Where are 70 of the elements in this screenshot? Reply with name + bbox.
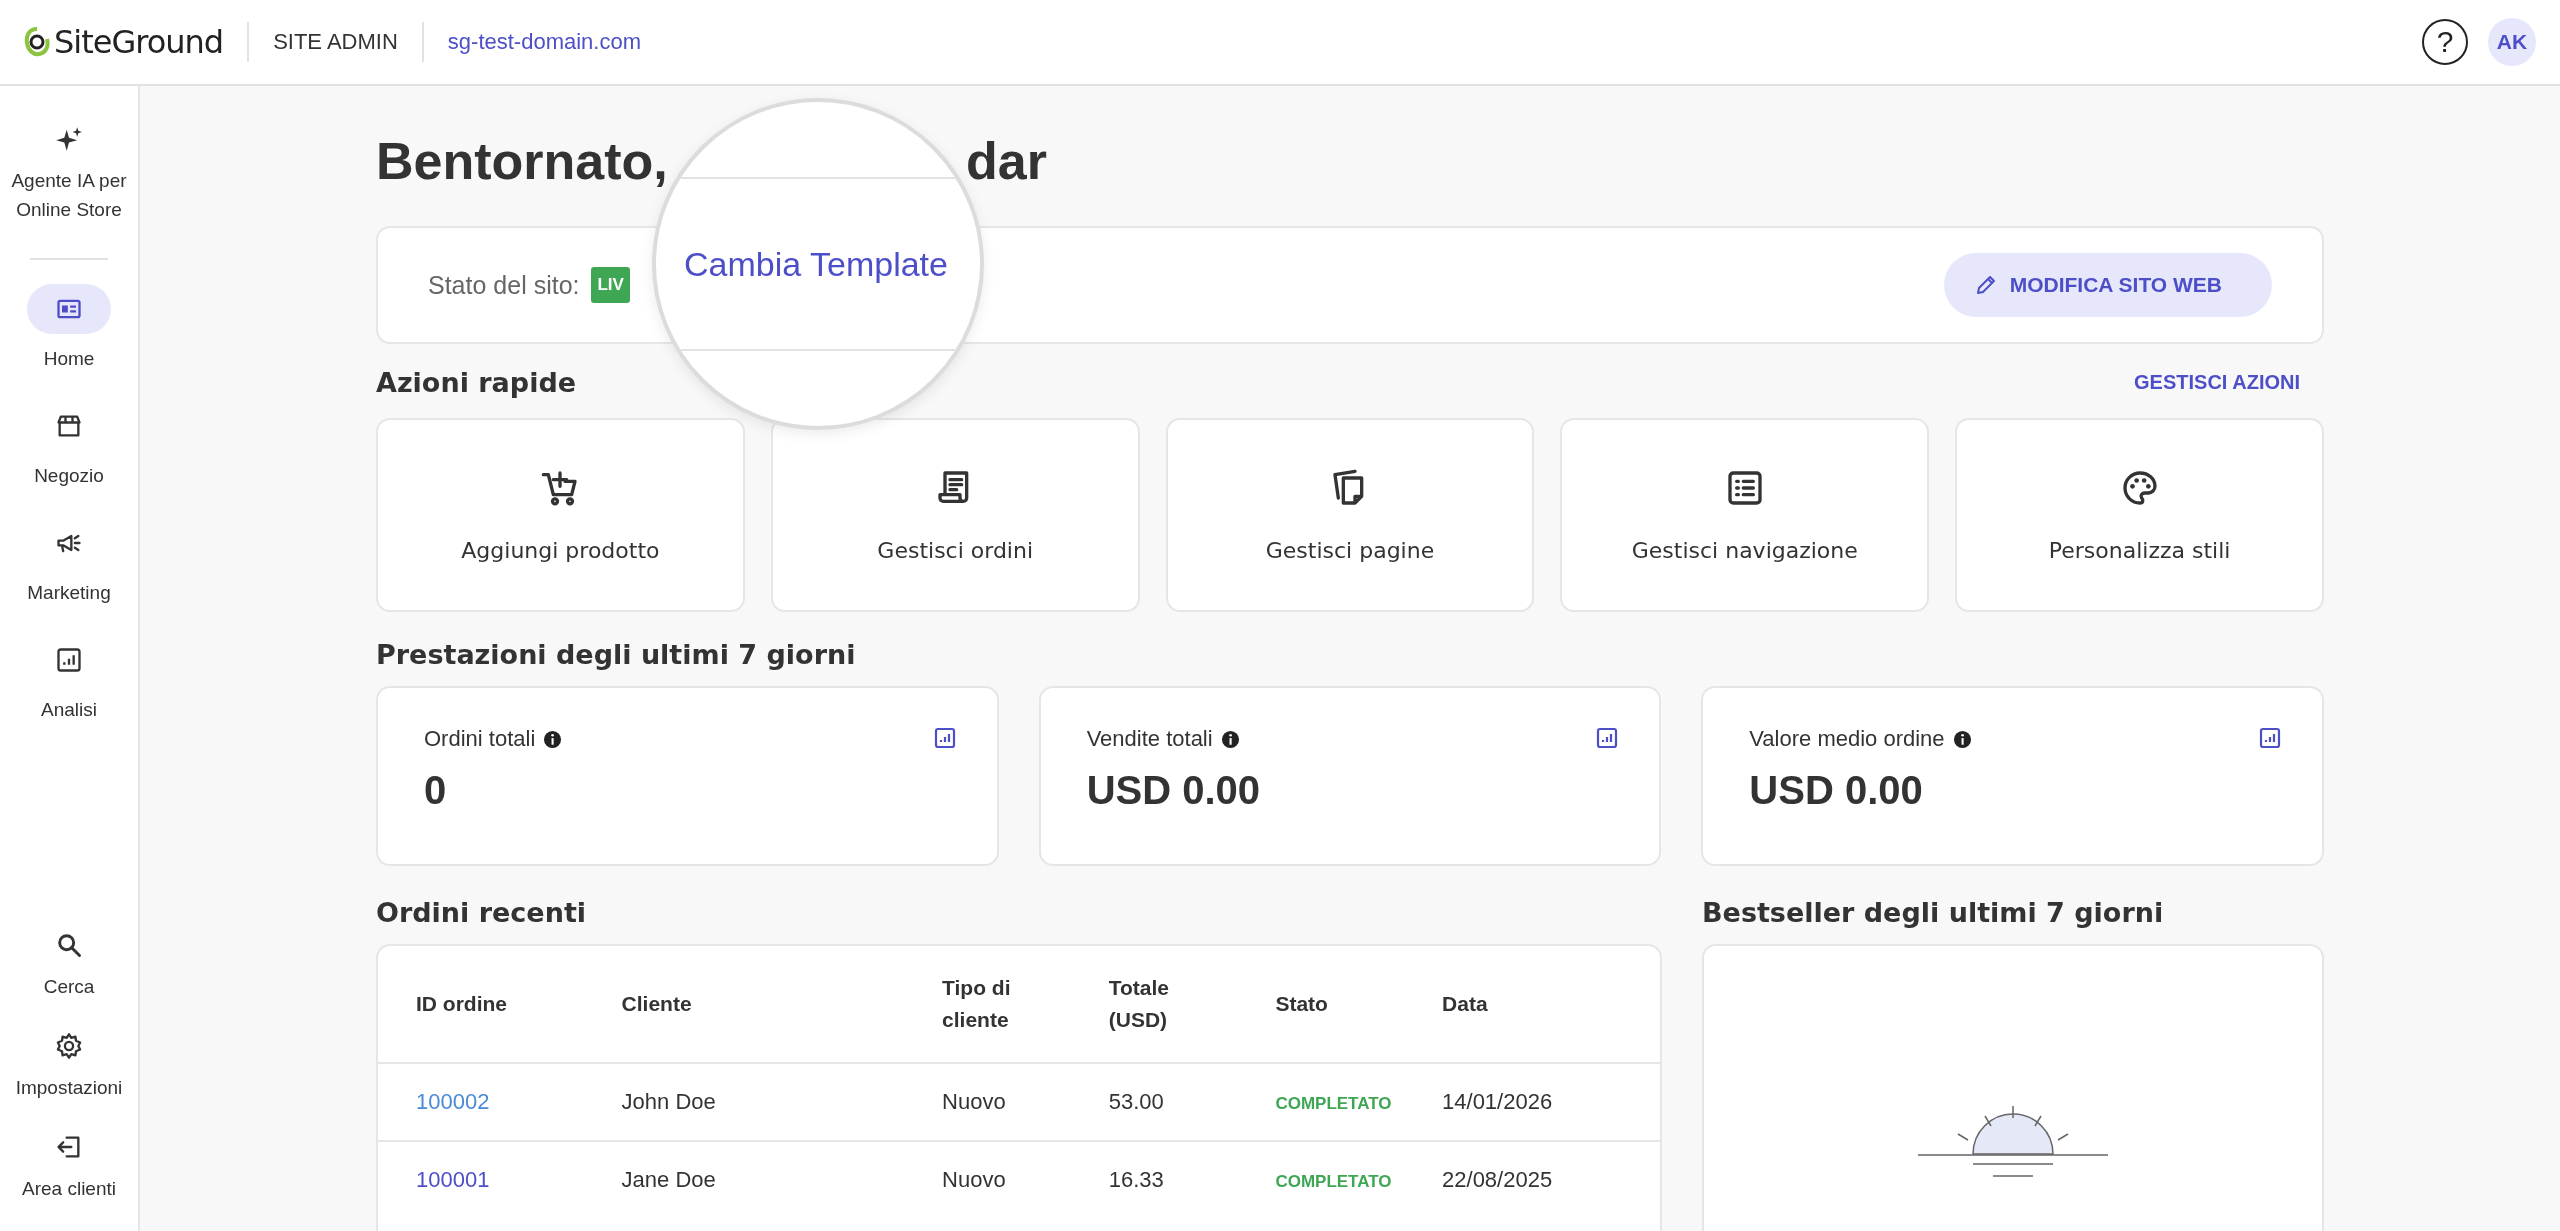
- status-label: COMPLETATO: [1275, 1172, 1392, 1191]
- status-badge: LIV: [591, 267, 630, 303]
- quick-action-label[interactable]: Gestisci navigazione: [1631, 537, 1858, 563]
- quick-action-label[interactable]: Gestisci ordini: [877, 537, 1034, 563]
- nav-label[interactable]: Home: [11, 344, 127, 373]
- column-header: ID ordine: [416, 991, 507, 1017]
- sparkle-icon: [55, 125, 83, 153]
- section-title: Ordini recenti: [376, 896, 587, 928]
- greeting-title: Bentornato,: [376, 131, 668, 191]
- nav-label[interactable]: Marketing: [11, 578, 127, 607]
- stat-label: Vendite totali: [1086, 726, 1213, 752]
- user-avatar[interactable]: AK: [2488, 18, 2536, 66]
- stat-label: Ordini totali: [424, 726, 536, 752]
- nav-label[interactable]: Negozio: [11, 461, 127, 490]
- order-link[interactable]: 100002: [416, 1089, 490, 1114]
- help-button[interactable]: ?: [2422, 19, 2468, 65]
- nav-label[interactable]: Analisi: [11, 695, 127, 724]
- column-header: Tipo di cliente: [942, 975, 1012, 1033]
- quick-action-card[interactable]: Gestisci navigazione: [1560, 418, 1930, 612]
- table-cell: 53.00: [1108, 1089, 1164, 1114]
- settings-icon: [55, 1032, 83, 1060]
- nav-label[interactable]: Area clienti: [11, 1174, 127, 1203]
- info-icon: [1952, 729, 1972, 749]
- quick-action-label[interactable]: Aggiungi prodotto: [461, 537, 660, 563]
- nav-label[interactable]: Impostazioni: [11, 1073, 127, 1102]
- stat-value: USD 0.00: [1086, 768, 1261, 813]
- domain-link[interactable]: sg-test-domain.com: [447, 29, 641, 55]
- logo-text: SiteGround: [54, 23, 224, 61]
- column-header: Stato: [1275, 991, 1328, 1017]
- nav-label[interactable]: Cerca: [11, 972, 127, 1001]
- table-cell: John Doe: [621, 1089, 716, 1114]
- chart-icon[interactable]: [2258, 726, 2282, 750]
- change-template-link[interactable]: Cambia Template: [684, 244, 948, 284]
- chart-icon[interactable]: [932, 726, 957, 750]
- status-label: Stato del sito:: [428, 270, 580, 300]
- stat-value: 0: [424, 768, 448, 813]
- logo-icon: [24, 27, 50, 57]
- section-title: Prestazioni degli ultimi 7 giorni: [376, 638, 856, 670]
- table-cell: Jane Doe: [621, 1167, 716, 1192]
- quick-action-card[interactable]: Aggiungi prodotto: [376, 418, 745, 612]
- table-cell: 22/08/2025: [1442, 1167, 1553, 1192]
- edit-website-button[interactable]: MODIFICA SITO WEB: [1943, 253, 2272, 317]
- order-link[interactable]: 100001: [416, 1167, 490, 1192]
- search-icon: [55, 931, 83, 959]
- column-header: Totale (USD): [1108, 975, 1171, 1033]
- quick-action-card[interactable]: Gestisci ordini: [770, 418, 1140, 612]
- table-cell: 14/01/2026: [1442, 1089, 1553, 1114]
- nav-item[interactable]: [27, 284, 111, 334]
- stat-value: USD 0.00: [1749, 768, 1924, 813]
- section-title: Azioni rapide: [376, 366, 577, 398]
- section-title: Bestseller degli ultimi 7 giorni: [1702, 896, 2164, 928]
- nav-label[interactable]: Agente IA per Online Store: [11, 166, 127, 224]
- table-cell: Nuovo: [942, 1089, 1006, 1114]
- info-icon: [543, 729, 563, 749]
- stat-label: Valore medio ordine: [1749, 726, 1945, 752]
- quick-action-card[interactable]: Personalizza stili: [1955, 418, 2324, 612]
- column-header: Data: [1442, 991, 1488, 1017]
- section-title: SITE ADMIN: [273, 29, 398, 55]
- quick-action-label[interactable]: Personalizza stili: [2048, 537, 2231, 563]
- chart-icon[interactable]: [1595, 726, 1620, 750]
- table-cell: Nuovo: [942, 1167, 1006, 1192]
- column-header: Cliente: [621, 991, 692, 1017]
- greeting-title: dar: [966, 131, 1047, 191]
- table-cell: 16.33: [1108, 1167, 1164, 1192]
- quick-action-label[interactable]: Gestisci pagine: [1265, 537, 1435, 563]
- quick-action-card[interactable]: Gestisci pagine: [1165, 418, 1535, 612]
- info-icon: [1220, 729, 1240, 749]
- chart-icon: [55, 646, 83, 674]
- status-label: COMPLETATO: [1275, 1094, 1392, 1113]
- manage-actions-link[interactable]: GESTISCI AZIONI: [2134, 370, 2300, 394]
